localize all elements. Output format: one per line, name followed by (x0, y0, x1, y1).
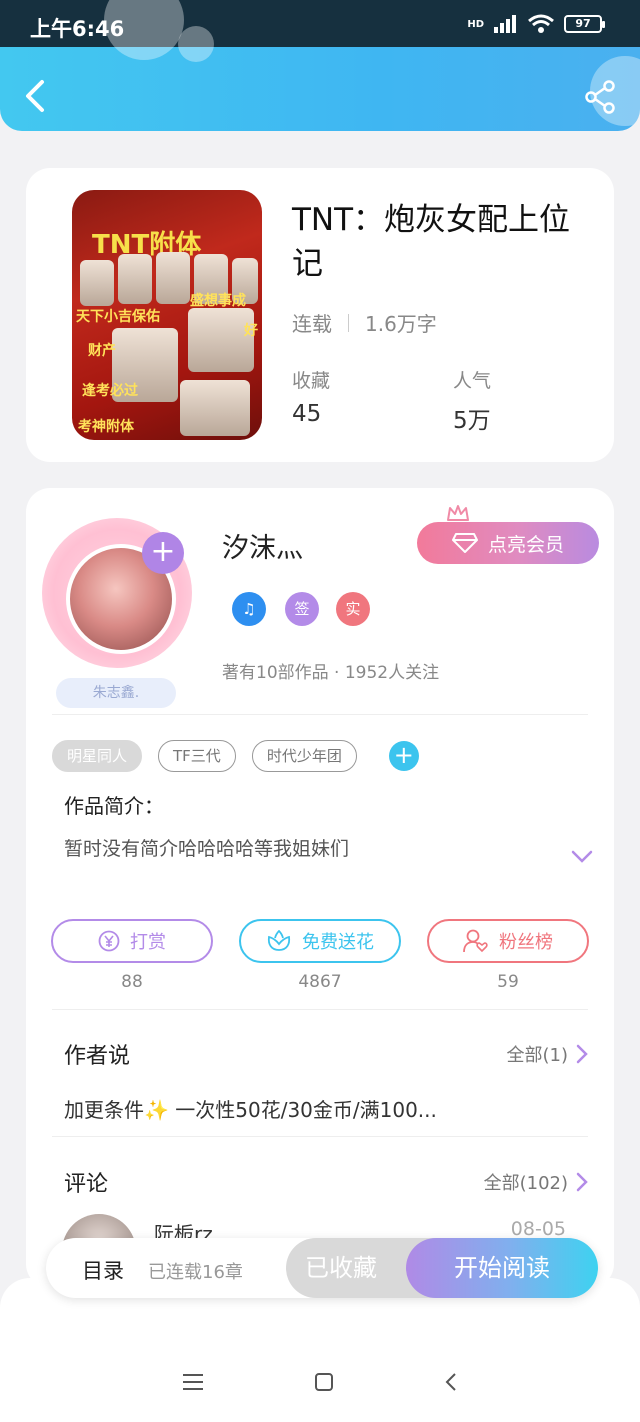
flower-icon (267, 930, 291, 951)
author-name[interactable]: 汐沫灬 (222, 526, 303, 565)
verified-badge: 实 (336, 592, 370, 626)
cover-text: 盛想事成 (190, 293, 246, 309)
stat-label-popularity: 人气 (453, 370, 492, 392)
vip-button[interactable]: 点亮会员 (417, 522, 599, 564)
chevron-down-icon[interactable] (571, 850, 593, 864)
top-header: 上午6:46 HD 97 (0, 0, 640, 131)
meta-divider (348, 313, 349, 332)
signed-badge: 签 (285, 592, 319, 626)
reward-label: 打赏 (130, 932, 166, 953)
avatar-fan-tag: 朱志鑫. (56, 678, 176, 708)
cover-text: 财产 (88, 343, 116, 359)
cover-photo (188, 308, 254, 372)
stat-value-favorites: 45 (292, 401, 322, 427)
author-say-more-link[interactable]: 全部(1) (507, 1041, 589, 1067)
status-icons: HD 97 (467, 14, 605, 34)
divider (52, 1009, 588, 1010)
fan-rank-button[interactable]: 粉丝榜 (427, 919, 589, 963)
author-meta: 著有10部作品 · 1952人关注 (222, 663, 440, 683)
intro-text: 暂时没有简介哈哈哈哈等我姐妹们 (64, 838, 350, 860)
tag-item[interactable]: TF三代 (158, 740, 236, 772)
cover-photo (180, 380, 250, 436)
start-reading-button[interactable]: 开始阅读 (406, 1238, 598, 1298)
divider (52, 1136, 588, 1137)
cover-photo (80, 260, 114, 306)
tag-list: 明星同人 TF三代 时代少年团 + (52, 740, 419, 772)
signal-icon (494, 15, 516, 33)
diamond-icon (451, 533, 478, 553)
chapter-count: 已连载16章 (148, 1262, 243, 1283)
book-info-card: TNT附体 天下小吉保佑 财产 逢考必过 考神附体 盛想事成 好 TNT：炮灰女… (26, 168, 614, 462)
book-title: TNT：炮灰女配上位记 (292, 202, 571, 282)
book-meta: 连载 1.6万字 (292, 308, 437, 337)
fan-count: 59 (497, 972, 519, 992)
book-word-count: 1.6万字 (365, 312, 437, 336)
author-say-text[interactable]: 加更条件✨ 一次性50花/30金币/满100... (64, 1094, 437, 1123)
music-badge-icon: ♫ (232, 592, 266, 626)
stat-label-favorites: 收藏 (292, 370, 331, 392)
wifi-icon (528, 14, 554, 33)
cover-text: 好 (244, 323, 258, 339)
follow-plus-button[interactable]: + (142, 532, 184, 574)
divider (52, 714, 588, 715)
tag-item[interactable]: 明星同人 (52, 740, 143, 772)
home-icon[interactable] (314, 1372, 334, 1392)
share-button[interactable] (584, 80, 616, 114)
decor-bubble (178, 26, 214, 62)
author-say-title: 作者说 (64, 1044, 131, 1069)
battery-icon: 97 (564, 15, 605, 33)
book-cover[interactable]: TNT附体 天下小吉保佑 财产 逢考必过 考神附体 盛想事成 好 (72, 190, 262, 440)
stat-value-popularity: 5万 (453, 408, 491, 434)
comments-more-link[interactable]: 全部(102) (484, 1169, 588, 1195)
send-flower-button[interactable]: 免费送花 (239, 919, 401, 963)
reading-action-bar: 目录 已连载16章 已收藏 开始阅读 (46, 1238, 598, 1298)
author-card: + 朱志鑫. 汐沫灬 点亮会员 ♫ 签 实 著有10部作品 · 1952人关注 … (26, 488, 614, 1288)
cover-photo (118, 254, 152, 304)
yen-icon (98, 930, 120, 952)
status-time: 上午6:46 (30, 17, 125, 41)
back-button[interactable] (20, 78, 50, 114)
book-status: 连载 (292, 312, 332, 336)
chevron-right-icon (576, 1044, 588, 1064)
comments-title: 评论 (64, 1172, 109, 1197)
add-tag-button[interactable]: + (388, 741, 419, 771)
chevron-right-icon (576, 1172, 588, 1192)
vip-button-label: 点亮会员 (487, 533, 564, 556)
cover-photo (156, 252, 190, 304)
menu-icon[interactable] (182, 1373, 204, 1391)
cover-text: 逢考必过 (82, 383, 138, 399)
user-heart-icon (463, 929, 488, 953)
system-nav-bar (0, 1362, 640, 1402)
fan-rank-label: 粉丝榜 (499, 932, 553, 953)
status-bar: 上午6:46 HD 97 (0, 0, 640, 62)
send-flower-label: 免费送花 (302, 932, 374, 953)
toc-button[interactable]: 目录 (82, 1255, 124, 1285)
reward-count: 88 (121, 972, 143, 992)
reward-button[interactable]: 打赏 (51, 919, 213, 963)
comment-date: 08-05 (510, 1218, 566, 1240)
intro-label: 作品简介： (64, 794, 164, 818)
cover-text: 考神附体 (78, 419, 134, 435)
cover-text: 天下小吉保佑 (76, 309, 160, 325)
back-nav-icon[interactable] (444, 1372, 458, 1392)
tag-item[interactable]: 时代少年团 (251, 740, 357, 772)
flower-count: 4867 (298, 972, 342, 992)
network-label: HD (467, 18, 484, 30)
crown-icon (447, 505, 469, 521)
